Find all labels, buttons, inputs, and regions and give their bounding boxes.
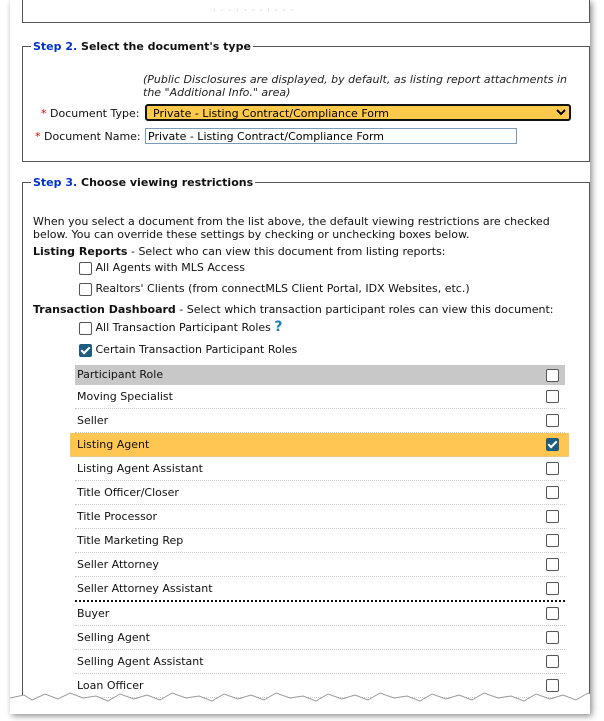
- step3-title: Choose viewing restrictions: [81, 176, 254, 189]
- participant-role-checkbox[interactable]: [546, 414, 559, 427]
- participant-role-checkbox[interactable]: [546, 558, 559, 571]
- table-row[interactable]: Seller: [75, 409, 565, 433]
- doc-name-label: Document Name:: [44, 130, 141, 143]
- required-mark: *: [35, 130, 41, 143]
- all-agents-checkbox[interactable]: [79, 261, 92, 275]
- realtors-clients-label: Realtors' Clients (from connectMLS Clien…: [95, 282, 470, 295]
- all-participant-checkbox[interactable]: [79, 321, 92, 335]
- step3-intro: When you select a document from the list…: [33, 215, 550, 241]
- participant-role-label: Title Marketing Rep: [77, 534, 184, 547]
- certain-participant-option[interactable]: Certain Transaction Participant Roles: [79, 343, 297, 357]
- table-header-label: Participant Role: [77, 368, 164, 381]
- listing-reports-heading: Listing Reports: [33, 245, 128, 258]
- participant-role-table: Participant Role Moving Specialist Seller…: [70, 365, 569, 714]
- step3-fieldset: Step 3. Choose viewing restrictions When…: [22, 176, 590, 714]
- participant-role-label: Seller: [77, 414, 109, 427]
- document-panel: · · · · · · · · · · · Step 2. Select the…: [10, 0, 590, 714]
- participant-role-checkbox[interactable]: [546, 438, 559, 451]
- step3-number: Step 3.: [33, 176, 78, 189]
- participant-role-label: Title Officer/Closer: [77, 486, 179, 499]
- listing-reports-desc: - Select who can view this document from…: [127, 245, 446, 258]
- step2-title: Select the document's type: [81, 40, 251, 53]
- participant-role-checkbox[interactable]: [546, 462, 559, 475]
- step2-number: Step 2.: [33, 40, 78, 53]
- step3-legend: Step 3. Choose viewing restrictions: [31, 176, 255, 189]
- torn-edge: [10, 692, 590, 714]
- transaction-dashboard-heading: Transaction Dashboard: [33, 303, 176, 316]
- participant-role-label: Title Processor: [77, 510, 158, 523]
- participant-role-checkbox[interactable]: [546, 534, 559, 547]
- all-participant-option[interactable]: All Transaction Participant Roles ?: [79, 319, 283, 335]
- participant-role-checkbox[interactable]: [546, 607, 559, 620]
- table-row[interactable]: Moving Specialist: [75, 385, 565, 409]
- participant-role-checkbox[interactable]: [546, 486, 559, 499]
- doc-name-label-row: * Document Name:: [35, 130, 141, 143]
- participant-role-checkbox[interactable]: [546, 510, 559, 523]
- table-row[interactable]: Title Processor: [75, 505, 565, 529]
- participant-role-checkbox[interactable]: [546, 631, 559, 644]
- table-row[interactable]: Seller Attorney Assistant: [75, 577, 565, 602]
- transaction-dashboard-desc: - Select which transaction participant r…: [175, 303, 554, 316]
- previous-section-box: · · · · · · · · · · ·: [22, 0, 590, 23]
- participant-role-label: Buyer: [77, 607, 110, 620]
- step2-fieldset: Step 2. Select the document's type (Publ…: [22, 40, 590, 162]
- step2-legend: Step 2. Select the document's type: [31, 40, 253, 53]
- table-row[interactable]: Selling Agent Assistant: [75, 650, 565, 674]
- participant-role-label: Selling Agent Assistant: [77, 655, 204, 668]
- document-type-select[interactable]: Private - Listing Contract/Compliance Fo…: [145, 104, 571, 121]
- participant-role-label: Listing Agent: [77, 438, 150, 451]
- select-all-roles-checkbox[interactable]: [546, 369, 559, 382]
- participant-role-label: Selling Agent: [77, 631, 150, 644]
- question-mark-icon[interactable]: ?: [274, 319, 282, 335]
- realtors-clients-checkbox[interactable]: [79, 282, 92, 296]
- required-mark: *: [41, 107, 47, 120]
- table-header-row: Participant Role: [75, 365, 565, 385]
- table-row[interactable]: Listing Agent Assistant: [75, 457, 565, 481]
- participant-role-label: Moving Specialist: [77, 390, 173, 403]
- table-row[interactable]: Selling Agent: [75, 626, 565, 650]
- participant-role-label: Listing Agent Assistant: [77, 462, 203, 475]
- realtors-clients-option[interactable]: Realtors' Clients (from connectMLS Clien…: [79, 282, 470, 296]
- all-agents-option[interactable]: All Agents with MLS Access: [79, 261, 245, 275]
- certain-participant-label: Certain Transaction Participant Roles: [95, 343, 298, 356]
- participant-role-checkbox[interactable]: [546, 390, 559, 403]
- participant-role-checkbox[interactable]: [546, 655, 559, 668]
- table-row[interactable]: Buyer: [75, 602, 565, 626]
- step2-hint: (Public Disclosures are displayed, by de…: [143, 73, 567, 99]
- participant-role-label: Seller Attorney: [77, 558, 159, 571]
- doc-type-label-row: * Document Type:: [41, 107, 139, 120]
- table-row[interactable]: Seller Attorney: [75, 553, 565, 577]
- table-row[interactable]: Listing Agent: [70, 433, 569, 457]
- participant-role-label: Seller Attorney Assistant: [77, 582, 213, 595]
- document-name-input[interactable]: [145, 128, 517, 144]
- table-row[interactable]: Title Marketing Rep: [75, 529, 565, 553]
- cropped-text: · · · · · · · · · · ·: [213, 6, 295, 16]
- all-agents-label: All Agents with MLS Access: [95, 261, 246, 274]
- role-rows: Moving Specialist Seller Listing Agent List…: [70, 385, 569, 714]
- certain-participant-checkbox[interactable]: [79, 343, 92, 357]
- doc-type-label: Document Type:: [50, 107, 140, 120]
- transaction-dashboard-row: Transaction Dashboard - Select which tra…: [33, 303, 554, 316]
- listing-reports-row: Listing Reports - Select who can view th…: [33, 245, 446, 258]
- participant-role-checkbox[interactable]: [546, 582, 559, 595]
- all-participant-label: All Transaction Participant Roles: [95, 321, 271, 334]
- table-row[interactable]: Title Officer/Closer: [75, 481, 565, 505]
